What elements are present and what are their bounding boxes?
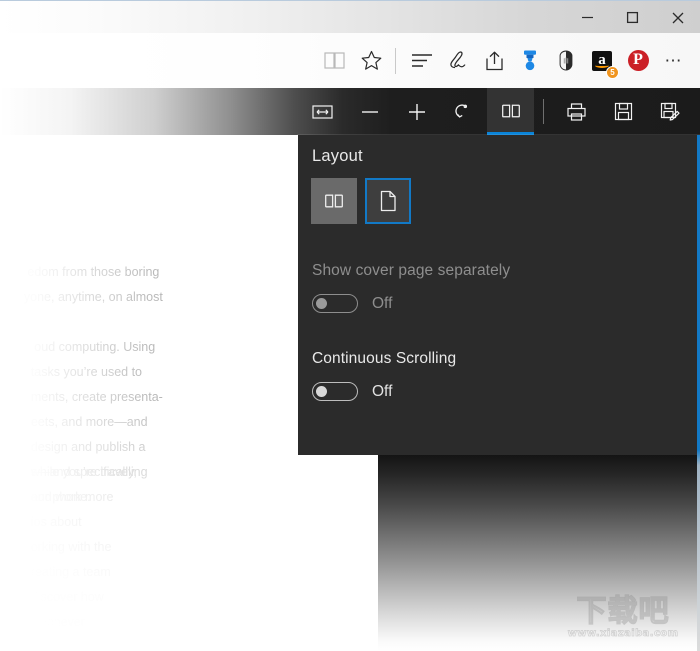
setting-label: Show cover page separately [312, 262, 511, 279]
single-page-layout-button[interactable] [365, 178, 411, 224]
screenshot-root: edom from those boring yone, anytime, on… [0, 0, 700, 651]
document-paragraph: edom from those boring yone, anytime, on… [23, 265, 163, 304]
toolbar-divider [395, 47, 396, 74]
pinterest-logo: P [627, 50, 649, 71]
web-note-icon[interactable] [440, 40, 476, 82]
ellipsis-glyph: ⋯ [664, 50, 684, 70]
layout-options-group [311, 178, 411, 224]
maximize-icon[interactable] [610, 1, 655, 34]
more-actions-icon[interactable]: ⋯ [656, 40, 692, 82]
save-as-button[interactable] [647, 88, 694, 135]
extension-torch-icon[interactable] [512, 40, 548, 82]
minimize-icon[interactable] [565, 1, 610, 34]
setting-label: Continuous Scrolling [312, 350, 457, 367]
browser-toolbar: a 5 P ⋯ [0, 33, 700, 88]
extension-amazon-icon[interactable]: a 5 [584, 40, 620, 82]
panel-title: Layout [312, 147, 363, 165]
pdf-viewer-toolbar [0, 88, 700, 135]
layout-button[interactable] [487, 88, 534, 135]
rotate-button[interactable] [440, 88, 487, 135]
toggle-knob [316, 386, 327, 397]
two-page-layout-button[interactable] [311, 178, 357, 224]
document-paragraph: s—and specifically, and work more ios ab… [30, 465, 137, 651]
amazon-smile-icon [595, 63, 609, 68]
toolbar-divider [543, 99, 544, 124]
share-icon[interactable] [476, 40, 512, 82]
layout-flyout-panel: Layout Show cover page separately Off Co… [298, 135, 700, 455]
zoom-in-button[interactable] [393, 88, 440, 135]
toggle-state-label: Off [372, 382, 393, 400]
page-edge-white [298, 455, 378, 651]
toggle-knob [316, 298, 327, 309]
show-cover-page-toggle[interactable] [312, 294, 358, 313]
print-button[interactable] [553, 88, 600, 135]
extension-adblock-icon[interactable] [548, 40, 584, 82]
extension-pinterest-icon[interactable]: P [620, 40, 656, 82]
toggle-row: Off [312, 294, 692, 313]
fit-to-width-button[interactable] [299, 88, 346, 135]
status-badge: 5 [606, 65, 619, 79]
toggle-row: Off [312, 382, 692, 401]
setting-show-cover-page-separately: Show cover page separately Off [312, 262, 692, 313]
continuous-scrolling-toggle[interactable] [312, 382, 358, 401]
save-button[interactable] [600, 88, 647, 135]
pdf-document-page: edom from those boring yone, anytime, on… [0, 130, 298, 651]
close-icon[interactable] [655, 1, 700, 34]
zoom-out-button[interactable] [346, 88, 393, 135]
toggle-state-label: Off [372, 294, 393, 312]
window-titlebar [0, 0, 700, 33]
window-controls [565, 1, 700, 34]
reading-view-icon[interactable] [317, 40, 353, 82]
hub-icon[interactable] [404, 40, 440, 82]
favorites-star-icon[interactable] [353, 40, 389, 82]
viewer-background-gradient [378, 455, 700, 651]
setting-continuous-scrolling: Continuous Scrolling Off [312, 350, 692, 401]
